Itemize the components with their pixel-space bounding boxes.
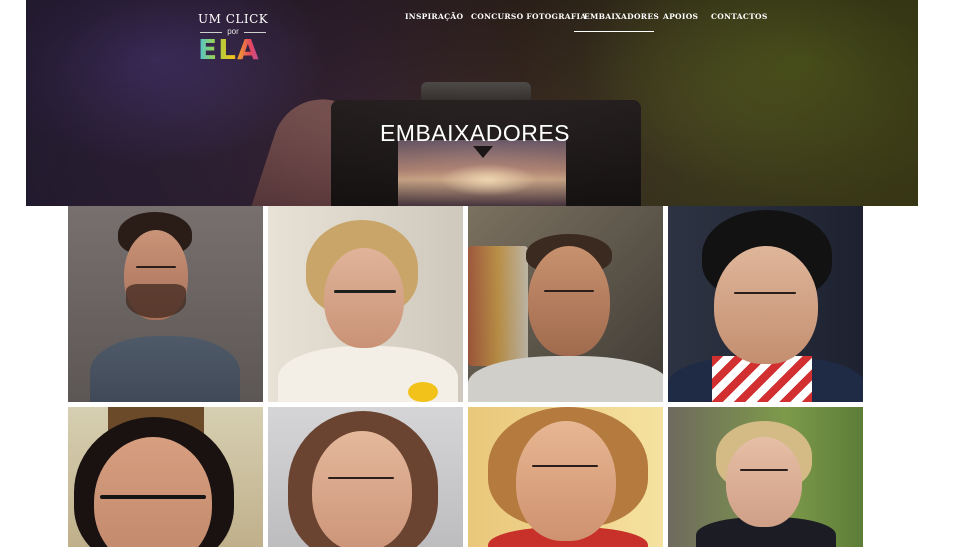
ambassador-photo-5[interactable] — [68, 407, 263, 547]
page-title: EMBAIXADORES — [379, 120, 571, 146]
person-eyes — [136, 266, 176, 268]
person-glasses — [334, 290, 396, 293]
hero-down-arrow-icon — [473, 146, 493, 158]
ambassador-photo-6[interactable] — [268, 407, 463, 547]
person-face — [516, 421, 616, 541]
hero-banner — [26, 0, 918, 206]
ambassador-photo-7[interactable] — [468, 407, 663, 547]
person-body — [90, 336, 240, 402]
ambassador-photo-4[interactable] — [668, 206, 863, 402]
person-beard — [126, 284, 186, 318]
nav-item-inspiracao[interactable]: INSPIRAÇÃO — [405, 12, 463, 21]
logo-text-um-click: UM CLICK — [198, 12, 269, 26]
person-face — [714, 246, 818, 364]
logo-text-ela: ELA — [198, 36, 268, 64]
ambassador-photo-2[interactable] — [268, 206, 463, 402]
nav-item-concurso-fotografia[interactable]: CONCURSO FOTOGRAFIA — [471, 12, 586, 21]
person-eyes — [740, 469, 788, 471]
ambassador-photo-1[interactable] — [68, 206, 263, 402]
nav-active-underline — [574, 31, 654, 32]
nav-item-apoios[interactable]: APOIOS — [663, 12, 698, 21]
nav-item-embaixadores[interactable]: EMBAIXADORES — [584, 12, 659, 21]
person-eyes — [734, 292, 796, 294]
hero-vignette — [26, 0, 918, 206]
person-face — [726, 437, 802, 527]
nav-item-contactos[interactable]: CONTACTOS — [711, 12, 768, 21]
site-logo[interactable]: UM CLICK por ELA — [198, 12, 268, 64]
ambassador-photo-3[interactable] — [468, 206, 663, 402]
ambassadors-grid — [68, 206, 864, 547]
studio-equipment — [468, 246, 528, 366]
person-face — [312, 431, 412, 547]
person-brooch — [408, 382, 438, 402]
ambassador-photo-8[interactable] — [668, 407, 863, 547]
person-eyes — [328, 477, 394, 479]
person-body — [468, 356, 663, 402]
logo-text-por: por — [198, 27, 268, 36]
person-face — [528, 246, 610, 356]
person-face — [324, 248, 404, 348]
person-eyes — [544, 290, 594, 292]
person-eyes — [532, 465, 598, 467]
person-glasses — [100, 495, 206, 499]
